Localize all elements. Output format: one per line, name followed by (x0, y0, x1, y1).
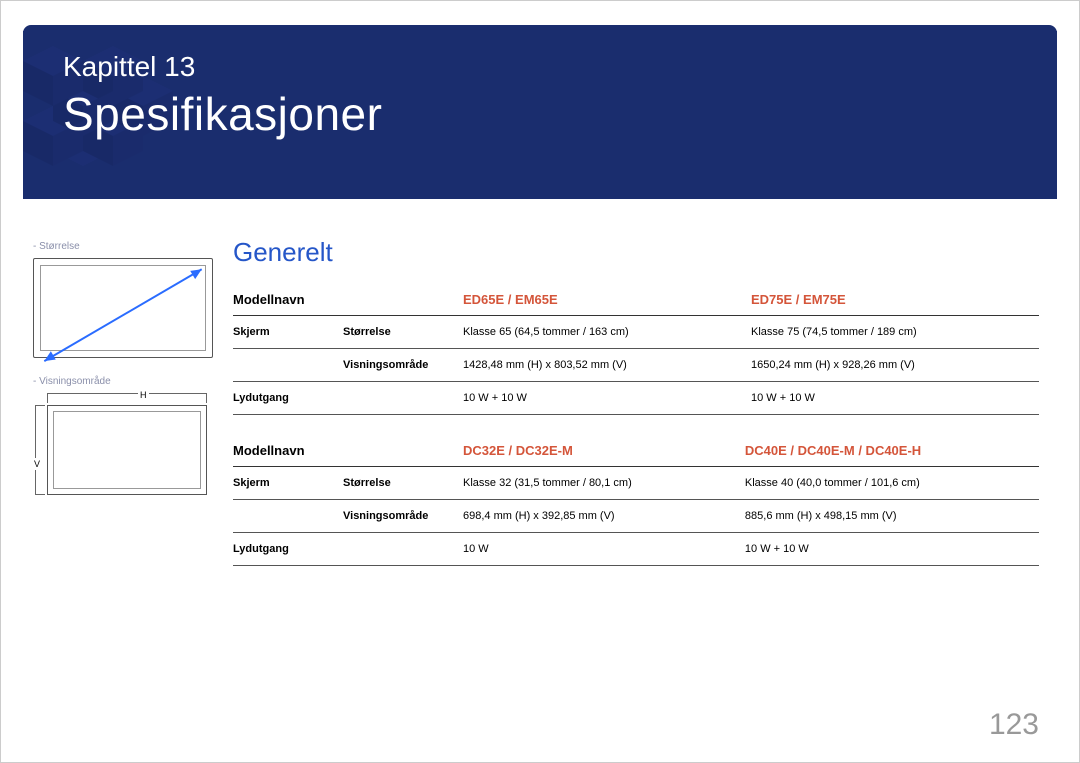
diagonal-arrow-icon (41, 266, 205, 364)
chapter-label: Kapittel 13 (63, 51, 195, 83)
chapter-title: Spesifikasjoner (63, 87, 382, 141)
spec-table-2: Modellnavn DC32E / DC32E-M DC40E / DC40E… (233, 435, 1039, 566)
dimension-h-label: H (138, 390, 149, 400)
col-model1: DC32E / DC32E-M (463, 435, 745, 467)
dimension-v-label: V (34, 458, 40, 470)
size-diagram-label: Størrelse (33, 241, 223, 252)
col-model1: ED65E / EM65E (463, 284, 751, 316)
document-page: Kapittel 13 Spesifikasjoner Størrelse Vi… (0, 0, 1080, 763)
col-model2: ED75E / EM75E (751, 284, 1039, 316)
table-row: Lydutgang 10 W 10 W + 10 W (233, 533, 1039, 566)
section-title: Generelt (233, 237, 1039, 268)
col-model2: DC40E / DC40E-M / DC40E-H (745, 435, 1039, 467)
table-row: Visningsområde 698,4 mm (H) x 392,85 mm … (233, 500, 1039, 533)
chapter-header: Kapittel 13 Spesifikasjoner (23, 31, 1057, 199)
col-model: Modellnavn (233, 284, 463, 316)
table-row: Skjerm Størrelse Klasse 32 (31,5 tommer … (233, 467, 1039, 500)
main-content: Generelt Modellnavn ED65E / EM65E ED75E … (233, 237, 1039, 586)
col-model: Modellnavn (233, 435, 463, 467)
size-diagram (33, 258, 213, 358)
view-diagram-label: Visningsområde (33, 376, 223, 387)
table-row: Lydutgang 10 W + 10 W 10 W + 10 W (233, 382, 1039, 415)
page-number: 123 (989, 708, 1039, 742)
sidebar-diagrams: Størrelse Visningsområde H V (33, 241, 223, 499)
view-area-diagram: H V (33, 393, 213, 499)
table-row: Skjerm Størrelse Klasse 65 (64,5 tommer … (233, 316, 1039, 349)
table-row: Visningsområde 1428,48 mm (H) x 803,52 m… (233, 349, 1039, 382)
spec-table-1: Modellnavn ED65E / EM65E ED75E / EM75E S… (233, 284, 1039, 415)
